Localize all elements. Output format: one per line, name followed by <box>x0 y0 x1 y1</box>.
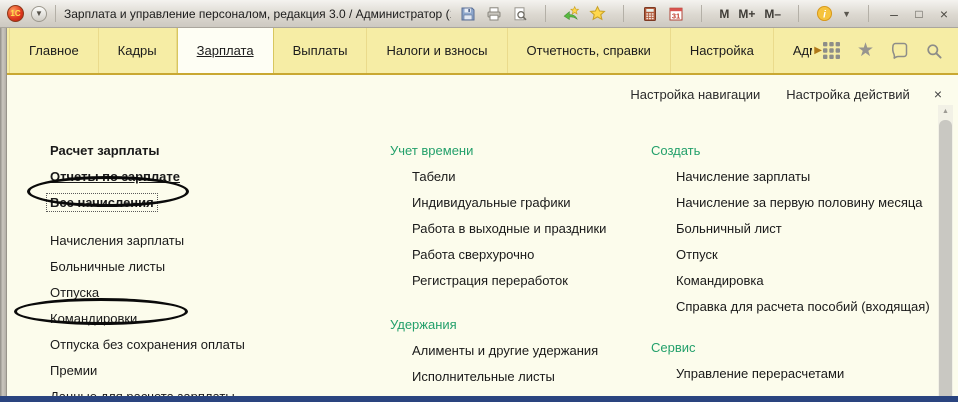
create-link-bolnichnyj-list[interactable]: Больничный лист <box>651 216 930 242</box>
svg-text:31: 31 <box>672 11 680 20</box>
create-link-nachislenie-zarplaty[interactable]: Начисление зарплаты <box>651 164 930 190</box>
print-preview-icon[interactable] <box>511 5 528 22</box>
create-link-nachislenie-za-pervuyu-polovinu[interactable]: Начисление за первую половину месяца <box>651 190 930 216</box>
chevron-right-icon: ▶ <box>814 45 822 56</box>
memory-plus-button[interactable]: M+ <box>738 7 755 21</box>
minimize-button[interactable]: – <box>886 6 902 22</box>
nav-link-otchety-po-zarplate[interactable]: Отчеты по зарплате <box>50 164 245 190</box>
add-to-favorites-icon[interactable] <box>563 5 580 22</box>
section-header-uderzhaniya: Удержания <box>390 317 457 332</box>
panel-close-icon[interactable]: × <box>934 86 942 102</box>
tab-nalogi[interactable]: Налоги и взносы <box>367 28 508 73</box>
create-link-otpusk[interactable]: Отпуск <box>651 242 930 268</box>
group-gap <box>390 294 606 312</box>
divider <box>623 5 625 22</box>
scrollbar-up-icon[interactable]: ▲ <box>938 105 953 119</box>
nav-link-vse-nachisleniya[interactable]: Все начисления <box>46 190 245 216</box>
all-functions-menu-icon[interactable] <box>822 41 841 60</box>
nav-link-ispolnitelnye-listy[interactable]: Исполнительные листы <box>390 364 606 390</box>
tabs-overflow-button[interactable]: ▶ <box>814 28 822 73</box>
tab-administrirovanie[interactable]: Администрирование <box>774 28 812 73</box>
nav-link-komandirovki[interactable]: Командировки <box>50 306 245 332</box>
salary-nav-column: Расчет зарплаты Отчеты по зарплате Все н… <box>46 138 245 396</box>
info-icon[interactable]: i <box>816 5 833 22</box>
section-panel: Настройка навигации Настройка действий ×… <box>7 75 958 396</box>
favorites-star-icon[interactable]: ★ <box>856 41 875 60</box>
nav-link-dannye-dlya-rascheta[interactable]: Данные для расчета зарплаты <box>50 384 245 396</box>
memory-recall-button[interactable]: M <box>719 7 729 21</box>
close-button[interactable]: × <box>936 6 952 22</box>
calculator-icon[interactable] <box>641 5 658 22</box>
navigation-settings-link[interactable]: Настройка навигации <box>630 87 760 102</box>
nav-link-otpuska-bez-oplaty[interactable]: Отпуска без сохранения оплаты <box>50 332 245 358</box>
chevron-down-icon: ▼ <box>35 9 43 18</box>
history-icon[interactable] <box>890 41 909 60</box>
actions-settings-link[interactable]: Настройка действий <box>786 87 910 102</box>
save-icon[interactable] <box>459 5 476 22</box>
memory-minus-button[interactable]: M– <box>764 7 781 21</box>
scrollbar-thumb[interactable] <box>939 120 952 396</box>
divider <box>545 5 547 22</box>
system-menu-button[interactable]: ▼ <box>31 5 47 22</box>
section-header-uchet-vremeni: Учет времени <box>390 143 474 158</box>
search-icon[interactable] <box>924 41 943 60</box>
nav-link-raschet-zarplaty[interactable]: Расчет зарплаты <box>50 138 245 164</box>
create-link-komandirovka[interactable]: Командировка <box>651 268 930 294</box>
vertical-scrollbar[interactable]: ▲ <box>938 105 953 396</box>
app-window: 1С ▼ Зарплата и управление персоналом, р… <box>0 0 958 402</box>
divider <box>798 5 800 22</box>
section-header-sozdat: Создать <box>651 143 701 158</box>
tab-otchetnost[interactable]: Отчетность, справки <box>508 28 671 73</box>
divider <box>55 5 56 22</box>
window-left-edge <box>0 28 7 396</box>
nav-link-registratsiya-pererabotok[interactable]: Регистрация переработок <box>390 268 606 294</box>
tab-glavnoe[interactable]: Главное <box>9 28 99 73</box>
maximize-button[interactable]: □ <box>911 6 927 22</box>
divider <box>868 5 869 22</box>
window-title: Зарплата и управление персоналом, редакц… <box>64 6 451 21</box>
nav-link-premii[interactable]: Премии <box>50 358 245 384</box>
section-tabbar: Главное Кадры Зарплата Выплаты Налоги и … <box>0 28 958 75</box>
section-header-servis: Сервис <box>651 340 696 355</box>
nav-link-alimenty[interactable]: Алименты и другие удержания <box>390 338 606 364</box>
tab-vyplaty[interactable]: Выплаты <box>274 28 368 73</box>
nav-link-rabota-sverhurochno[interactable]: Работа сверхурочно <box>390 242 606 268</box>
bottom-window-edge <box>0 396 958 402</box>
panel-settings-bar: Настройка навигации Настройка действий × <box>630 86 942 102</box>
time-tracking-column: Учет времени Табели Индивидуальные графи… <box>390 138 606 396</box>
favorites-icon[interactable] <box>589 5 607 22</box>
nav-link-otpuska[interactable]: Отпуска <box>50 280 245 306</box>
print-icon[interactable] <box>485 5 502 22</box>
svg-text:i: i <box>823 9 826 20</box>
tab-kadry[interactable]: Кадры <box>99 28 177 73</box>
create-column: Создать Начисление зарплаты Начисление з… <box>651 138 930 387</box>
chevron-down-icon[interactable]: ▼ <box>842 9 851 19</box>
nav-link-rabota-v-vyhodnye[interactable]: Работа в выходные и праздники <box>390 216 606 242</box>
nav-link-bolnichnye-listy[interactable]: Больничные листы <box>50 254 245 280</box>
group-gap <box>651 320 930 335</box>
group-gap <box>50 216 245 228</box>
calendar-icon[interactable]: 31 <box>667 5 684 22</box>
tab-nastroika[interactable]: Настройка <box>671 28 774 73</box>
1c-logo-icon[interactable]: 1С <box>7 5 24 22</box>
tab-zarplata[interactable]: Зарплата <box>176 28 274 73</box>
titlebar: 1С ▼ Зарплата и управление персоналом, р… <box>0 0 958 28</box>
nav-link-nachisleniya-zarplaty[interactable]: Начисления зарплаты <box>50 228 245 254</box>
nav-link-tabeli[interactable]: Табели <box>390 164 606 190</box>
create-link-spravka-dlya-posobij[interactable]: Справка для расчета пособий (входящая) <box>651 294 930 320</box>
service-link-upravlenie-pereraschetami[interactable]: Управление перерасчетами <box>651 361 930 387</box>
nav-link-individualnye-grafiki[interactable]: Индивидуальные графики <box>390 190 606 216</box>
divider <box>701 5 703 22</box>
